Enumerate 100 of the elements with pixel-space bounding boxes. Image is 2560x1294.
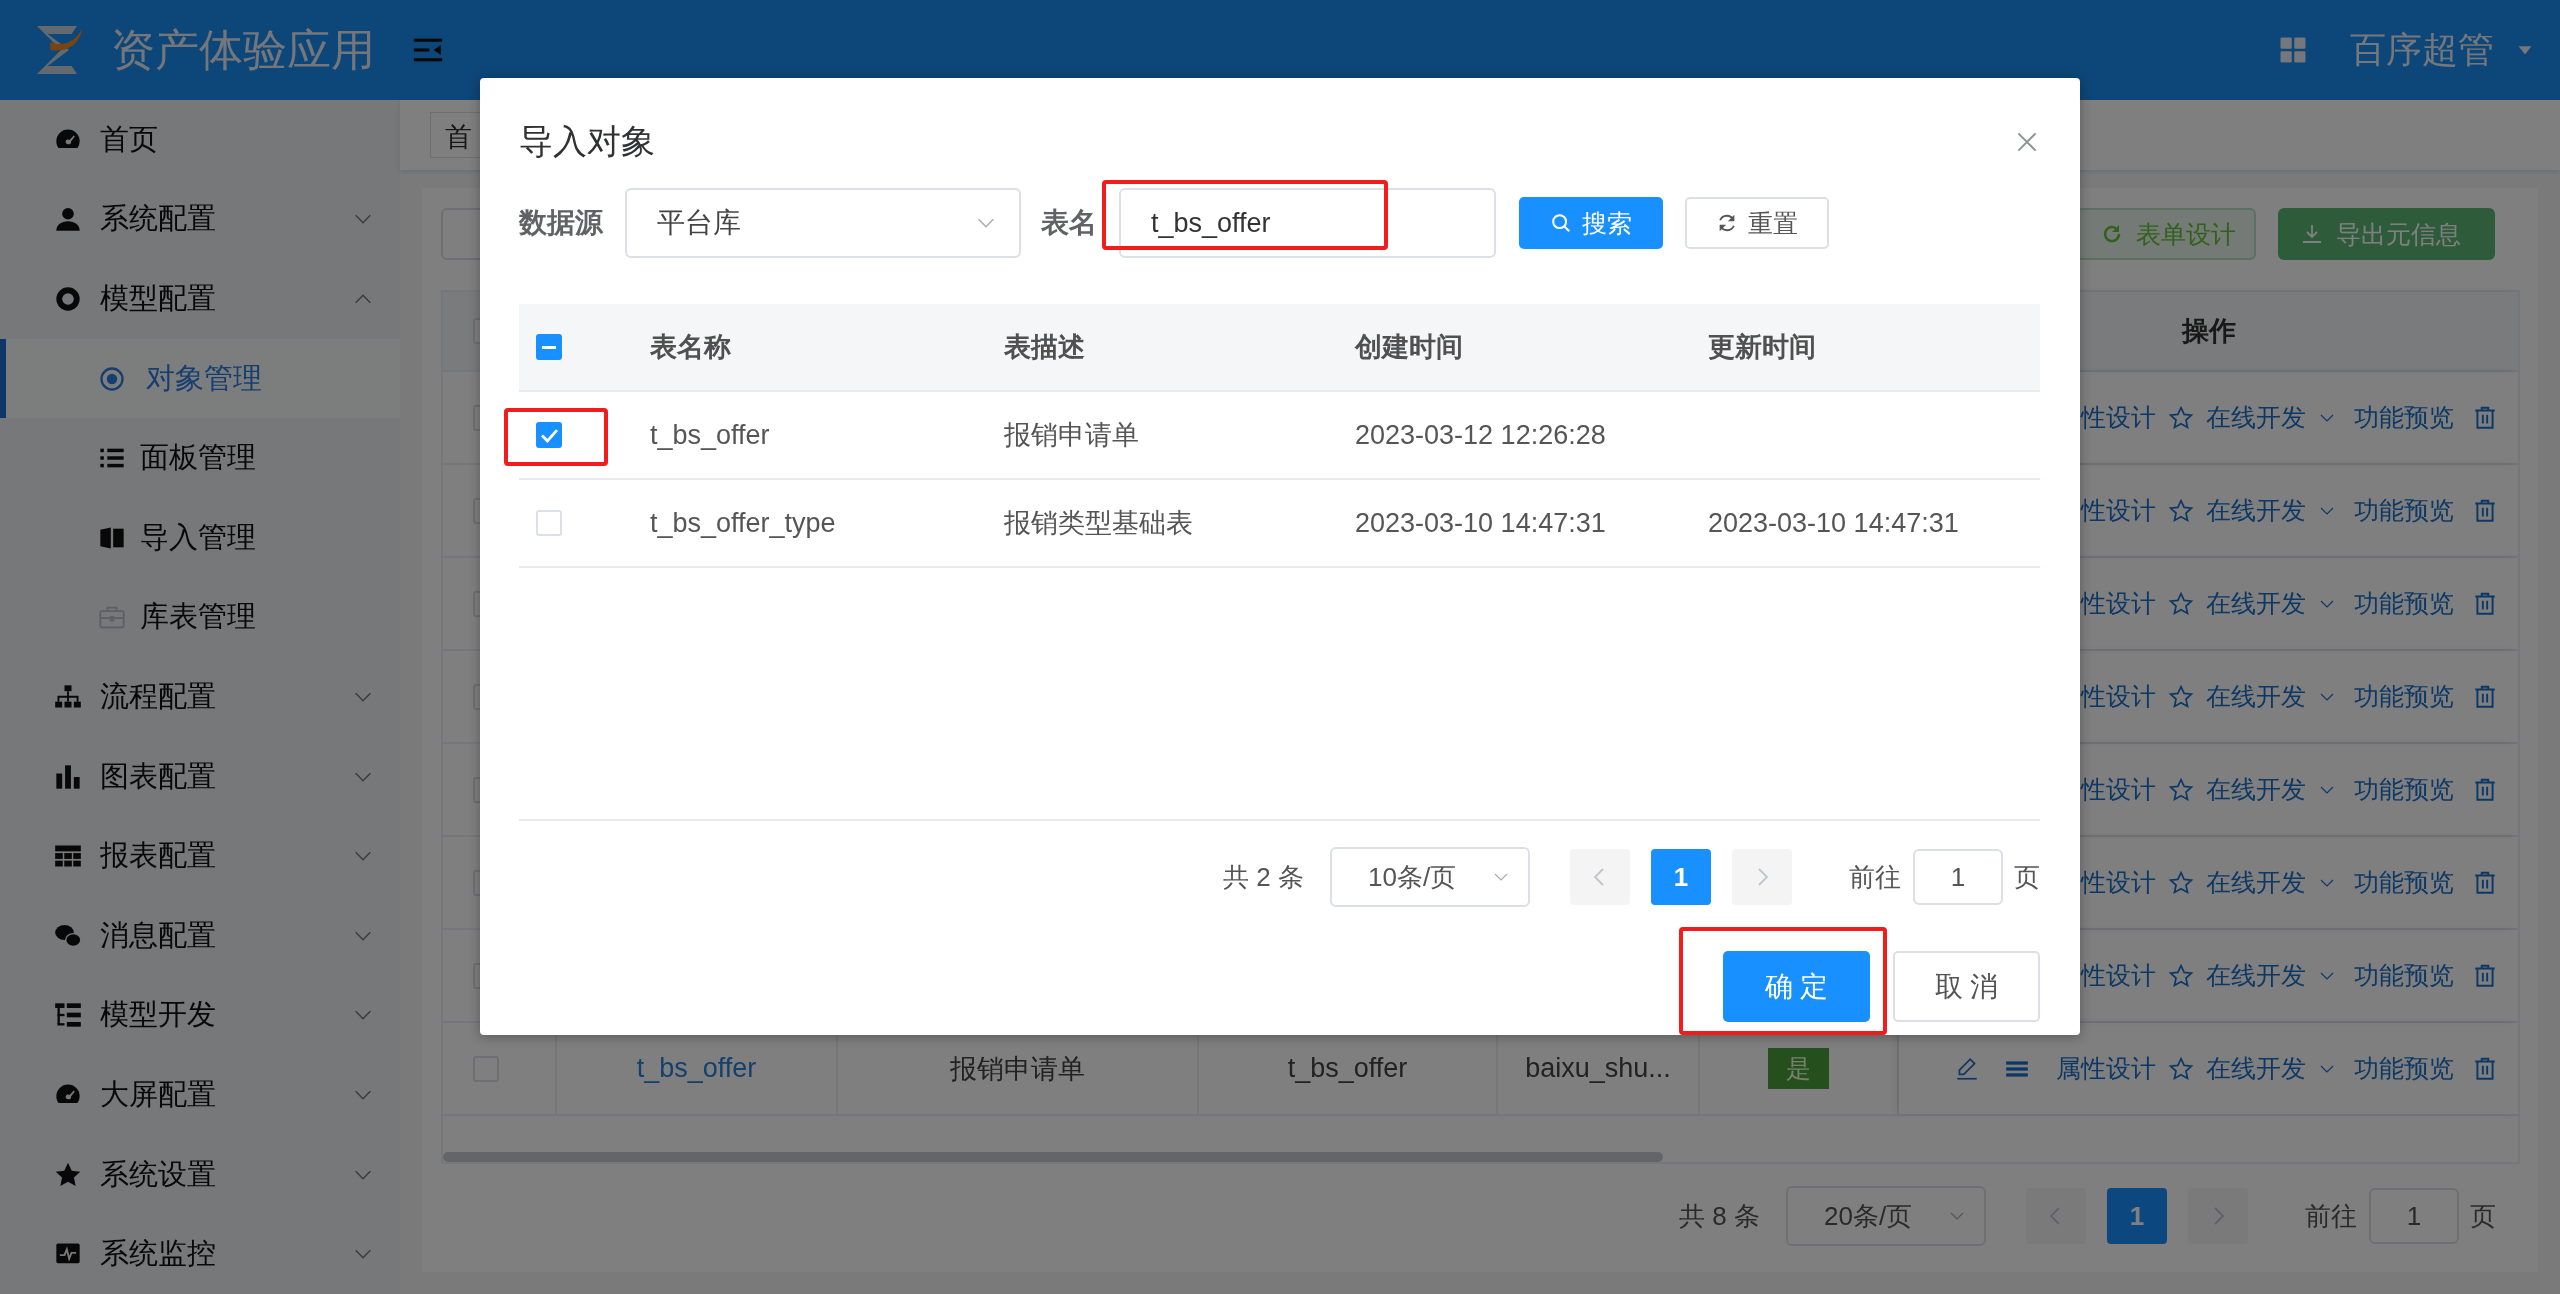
action-dropdown[interactable]: 在线开发: [2206, 959, 2354, 992]
action-link[interactable]: 功能预览: [2354, 866, 2472, 899]
search-icon: [1550, 212, 1572, 234]
ring-icon: [54, 285, 82, 313]
delete-icon[interactable]: [2472, 683, 2498, 710]
star-icon: [2168, 497, 2194, 524]
table-cell: 2023-03-12 12:26:28: [1355, 419, 1606, 451]
page-size-select[interactable]: 10条/页: [1330, 847, 1530, 907]
action-link[interactable]: 性设计: [2081, 401, 2156, 434]
cancel-button[interactable]: 取 消: [1893, 951, 2040, 1022]
column-header: 表描述: [1004, 331, 1085, 364]
sidebar-item[interactable]: 流程配置: [0, 657, 400, 737]
action-dropdown[interactable]: 在线开发: [2206, 401, 2354, 434]
sidebar-item[interactable]: 模型开发: [0, 975, 400, 1056]
table-cell: 2023-03-10 14:47:31: [1355, 507, 1606, 539]
sidebar-item[interactable]: 系统配置: [0, 179, 400, 260]
action-link[interactable]: 功能预览: [2354, 401, 2472, 434]
sidebar-item[interactable]: 报表配置: [0, 816, 400, 896]
star-icon: [2168, 683, 2194, 710]
table-cell: t_bs_offer: [650, 419, 770, 451]
bar-chart-icon: [54, 762, 82, 791]
action-link[interactable]: 功能预览: [2354, 680, 2472, 713]
sidebar-item[interactable]: 首页: [0, 100, 400, 180]
total-count: 共 2 条: [1223, 860, 1304, 894]
export-button[interactable]: 导出元信息: [2278, 208, 2495, 260]
row-checkbox[interactable]: [536, 422, 562, 448]
search-button[interactable]: 搜索: [1519, 197, 1663, 249]
action-link[interactable]: 属性设计: [2056, 1052, 2156, 1085]
page-size-select[interactable]: 20条/页: [1786, 1186, 1986, 1246]
delete-icon[interactable]: [2472, 497, 2498, 524]
goto-label: 前往: [1849, 860, 1901, 894]
user-menu[interactable]: 百序超管: [2350, 25, 2494, 75]
sidebar-item[interactable]: 大屏配置: [0, 1055, 400, 1135]
confirm-button[interactable]: 确 定: [1723, 951, 1870, 1022]
table-cell: baixu_shu...: [1525, 1053, 1671, 1084]
star-icon: [2168, 1055, 2194, 1082]
table-cell-text: 报销申请单: [1004, 419, 1139, 452]
action-link[interactable]: 性设计: [2081, 680, 2156, 713]
action-link[interactable]: 功能预览: [2354, 587, 2472, 620]
delete-icon[interactable]: [2472, 590, 2498, 617]
action-dropdown[interactable]: 在线开发: [2206, 866, 2354, 899]
reset-button[interactable]: 重置: [1685, 197, 1829, 249]
dialog-title: 导入对象: [519, 121, 655, 162]
action-dropdown[interactable]: 在线开发: [2206, 587, 2354, 620]
delete-icon[interactable]: [2472, 869, 2498, 896]
sidebar-item[interactable]: 模型配置: [0, 259, 400, 339]
action-dropdown[interactable]: 在线开发: [2206, 494, 2354, 527]
app-title: 资产体验应用: [111, 23, 376, 76]
sidebar-item[interactable]: 导入管理: [0, 497, 400, 578]
action-dropdown[interactable]: 在线开发: [2206, 1052, 2354, 1085]
sidebar-item[interactable]: 图表配置: [0, 736, 400, 817]
field-label: 表名: [1041, 206, 1097, 240]
edit-icon[interactable]: [1954, 1055, 1980, 1082]
sidebar-item[interactable]: 面板管理: [0, 418, 400, 498]
delete-icon[interactable]: [2472, 776, 2498, 803]
total-count: 共 8 条: [1679, 1199, 1760, 1233]
goto-label: 前往: [2305, 1199, 2357, 1233]
delete-icon[interactable]: [2472, 1055, 2498, 1082]
page-button[interactable]: 1: [1651, 849, 1711, 905]
delete-icon[interactable]: [2472, 404, 2498, 431]
source-select[interactable]: 平台库: [625, 188, 1021, 258]
action-link[interactable]: 性设计: [2081, 494, 2156, 527]
column-header: 更新时间: [1708, 331, 1816, 364]
sitemap-icon: [54, 682, 82, 711]
table-cell: 2023-03-10 14:47:31: [1708, 507, 1959, 539]
delete-icon[interactable]: [2472, 962, 2498, 989]
action-link[interactable]: 性设计: [2081, 866, 2156, 899]
action-link[interactable]: 功能预览: [2354, 494, 2472, 527]
page-button[interactable]: 1: [2107, 1188, 2167, 1244]
star-icon: [2168, 869, 2194, 896]
action-link[interactable]: 性设计: [2081, 587, 2156, 620]
page-input[interactable]: 1: [2369, 1188, 2459, 1244]
action-link[interactable]: 功能预览: [2354, 959, 2472, 992]
action-dropdown[interactable]: 在线开发: [2206, 680, 2354, 713]
table-cell-text: 报销类型基础表: [1004, 507, 1193, 540]
action-link[interactable]: 功能预览: [2354, 1052, 2472, 1085]
table-name-field[interactable]: t_bs_offer: [1119, 188, 1496, 258]
page-input[interactable]: 1: [1913, 849, 2003, 905]
star-icon: [2168, 776, 2194, 803]
status-tag: 是: [1768, 1048, 1829, 1089]
user-icon: [54, 205, 82, 234]
table-link[interactable]: t_bs_offer: [636, 1053, 757, 1084]
sidebar-item[interactable]: 对象管理: [0, 338, 400, 419]
table-cell: t_bs_offer: [1287, 1053, 1408, 1084]
column-header: 表名称: [650, 331, 731, 364]
scrollbar[interactable]: [443, 1152, 1663, 1162]
sidebar-item[interactable]: 系统监控: [0, 1214, 400, 1294]
apps-grid-icon[interactable]: [2278, 35, 2308, 65]
download-icon: [2300, 222, 2324, 246]
select-all-checkbox[interactable]: [536, 334, 562, 360]
action-link[interactable]: 性设计: [2081, 959, 2156, 992]
action-dropdown[interactable]: 在线开发: [2206, 773, 2354, 806]
checkmark-icon: [541, 429, 557, 441]
sidebar-item[interactable]: 消息配置: [0, 895, 400, 976]
star-icon: [2168, 404, 2194, 431]
action-link[interactable]: 性设计: [2081, 773, 2156, 806]
outline-icon: [54, 1001, 82, 1030]
action-link[interactable]: 功能预览: [2354, 773, 2472, 806]
sidebar-item[interactable]: 系统设置: [0, 1134, 400, 1215]
star-icon: [2168, 590, 2194, 617]
